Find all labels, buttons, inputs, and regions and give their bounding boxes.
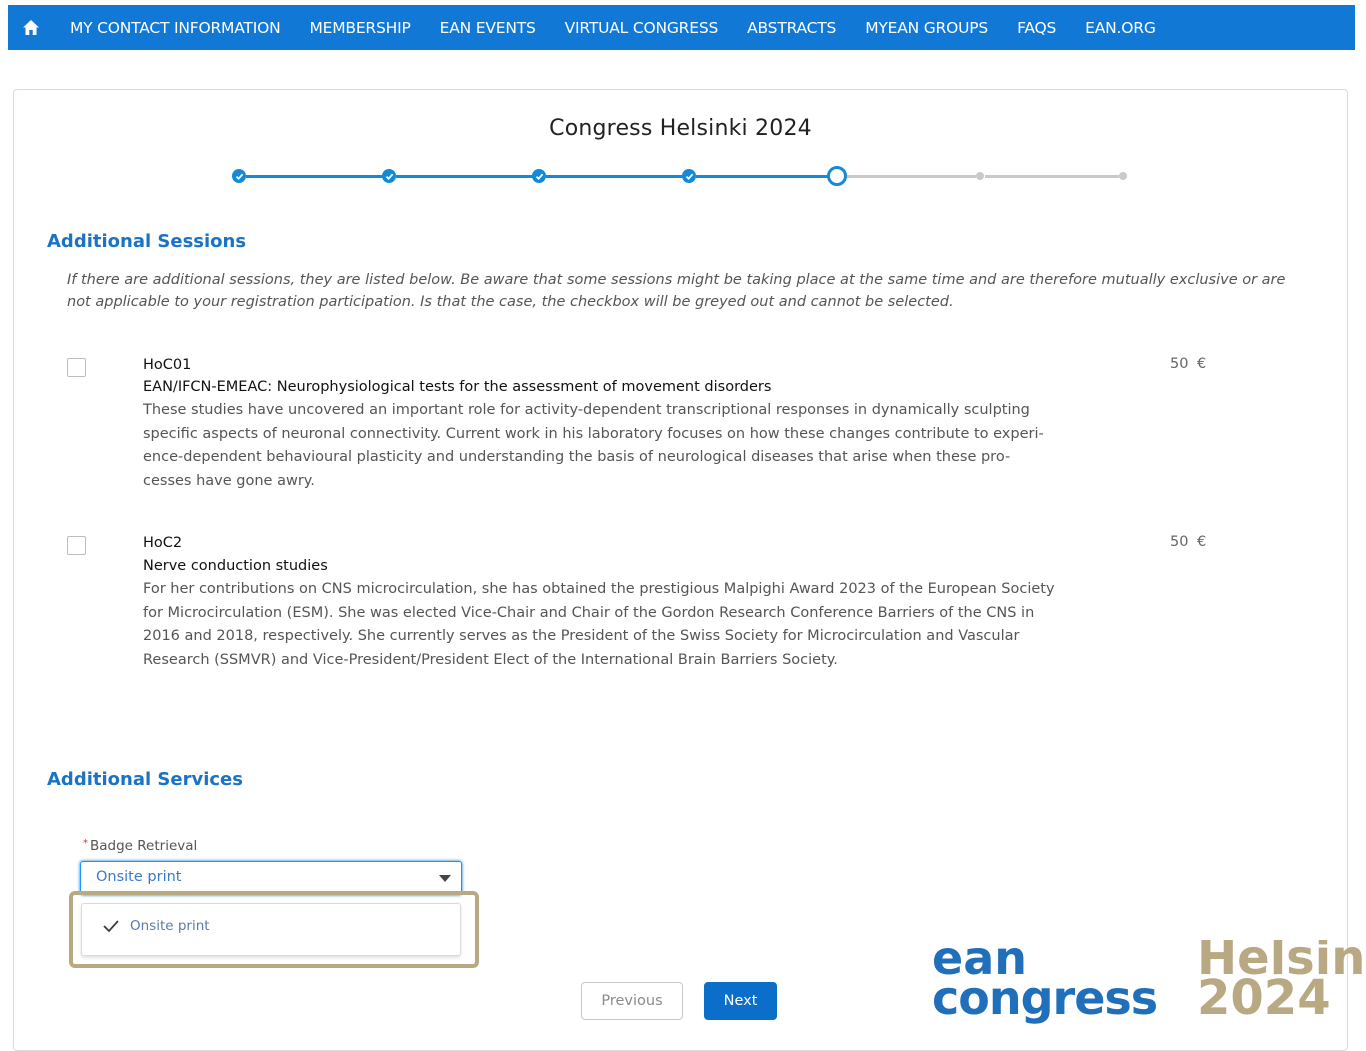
nav-myean-groups[interactable]: MYEAN GROUPS (865, 19, 988, 37)
session-checkbox-hoc01[interactable] (67, 358, 86, 377)
session-price: 50 € (1170, 356, 1207, 372)
nav-faqs[interactable]: FAQS (1017, 19, 1056, 37)
top-navigation: MY CONTACT INFORMATION MEMBERSHIP EAN EV… (8, 5, 1355, 50)
option-onsite-print[interactable]: Onsite print (102, 918, 210, 934)
session-title: Nerve conduction studies (143, 558, 328, 574)
nav-membership[interactable]: MEMBERSHIP (309, 19, 410, 37)
option-label: Onsite print (130, 918, 210, 934)
check-icon (103, 920, 119, 933)
sessions-intro-text: If there are additional sessions, they a… (67, 272, 1286, 310)
session-price: 50 € (1170, 534, 1207, 550)
badge-retrieval-dropdown: Onsite print (81, 903, 461, 956)
nav-virtual-congress[interactable]: VIRTUAL CONGRESS (565, 19, 719, 37)
nav-abstracts[interactable]: ABSTRACTS (747, 19, 836, 37)
session-code: HoC2 (143, 535, 183, 551)
badge-retrieval-label: * Badge Retrieval (83, 838, 197, 854)
ean-congress-logo: ean congress Helsinki 2024 (930, 940, 1366, 1029)
session-code: HoC01 (143, 357, 192, 373)
page-title: Congress Helsinki 2024 (549, 116, 812, 141)
next-button[interactable]: Next (704, 982, 777, 1020)
nav-ean-events[interactable]: EAN EVENTS (440, 19, 536, 37)
badge-retrieval-label-text: Badge Retrieval (90, 838, 198, 854)
home-button[interactable] (8, 5, 54, 50)
home-icon (23, 20, 39, 35)
additional-services-heading: Additional Services (47, 769, 243, 790)
logo-text-year: 2024 (1197, 970, 1331, 1026)
session-title: EAN/IFCN-EMEAC: Neurophysiological tests… (143, 379, 772, 395)
nav-ean-org[interactable]: EAN.ORG (1085, 19, 1156, 37)
select-value: Onsite print (96, 869, 182, 885)
logo-text-congress: congress (932, 971, 1158, 1025)
session-description: These studies have uncovered an importan… (143, 402, 1044, 489)
previous-button[interactable]: Previous (581, 982, 683, 1020)
badge-retrieval-select[interactable]: Onsite print (80, 861, 462, 895)
session-description: For her contributions on CNS microcircul… (143, 581, 1055, 668)
required-mark: * (83, 838, 88, 849)
nav-my-contact-information[interactable]: MY CONTACT INFORMATION (70, 19, 281, 37)
caret-down-icon (439, 875, 451, 882)
session-checkbox-hoc2[interactable] (67, 536, 86, 555)
additional-sessions-heading: Additional Sessions (47, 231, 247, 252)
